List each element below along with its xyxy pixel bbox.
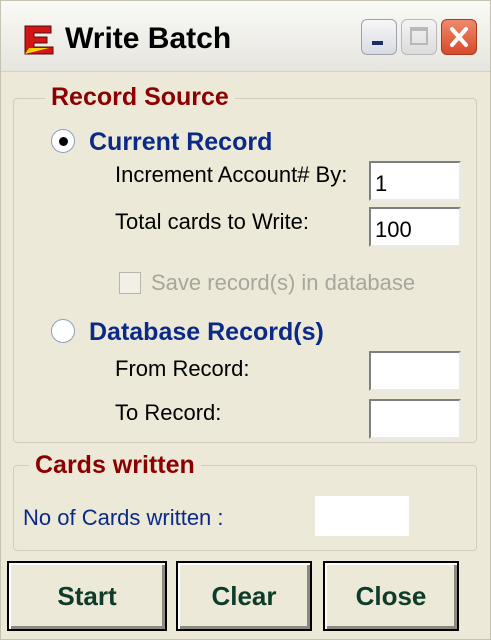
app-icon: [24, 25, 54, 55]
cards-written-title: Cards written: [29, 451, 201, 479]
from-record-label: From Record:: [115, 356, 250, 381]
radio-selected-dot: [59, 137, 68, 146]
total-cards-label: Total cards to Write:: [115, 209, 309, 234]
minimize-icon: [372, 41, 383, 45]
clear-button[interactable]: Clear: [176, 561, 312, 631]
title-bar[interactable]: Write Batch: [1, 1, 490, 72]
maximize-icon: [410, 27, 428, 45]
minimize-button[interactable]: [361, 19, 397, 55]
increment-account-label: Increment Account# By:: [115, 162, 348, 187]
to-record-label: To Record:: [115, 400, 222, 425]
start-button[interactable]: Start: [7, 561, 167, 631]
close-icon: [450, 27, 468, 47]
cards-written-count-value: [315, 496, 409, 536]
close-window-button[interactable]: [441, 19, 477, 55]
write-batch-window: Write Batch Record Source Current Record…: [0, 0, 491, 640]
close-button[interactable]: Close: [323, 561, 459, 631]
database-records-label[interactable]: Database Record(s): [89, 317, 324, 347]
maximize-button: [401, 19, 437, 55]
save-records-checkbox[interactable]: [119, 272, 141, 294]
from-record-field[interactable]: [369, 351, 461, 391]
record-source-title: Record Source: [45, 83, 235, 111]
cards-written-count-label: No of Cards written :: [23, 505, 224, 530]
window-title: Write Batch: [65, 22, 232, 55]
to-record-field[interactable]: [369, 399, 461, 439]
current-record-label[interactable]: Current Record: [89, 127, 272, 157]
database-records-radio[interactable]: [51, 319, 75, 343]
current-record-radio[interactable]: [51, 129, 75, 153]
total-cards-field[interactable]: 100: [369, 207, 461, 247]
increment-account-field[interactable]: 1: [369, 161, 461, 201]
save-records-label: Save record(s) in database: [151, 270, 416, 295]
